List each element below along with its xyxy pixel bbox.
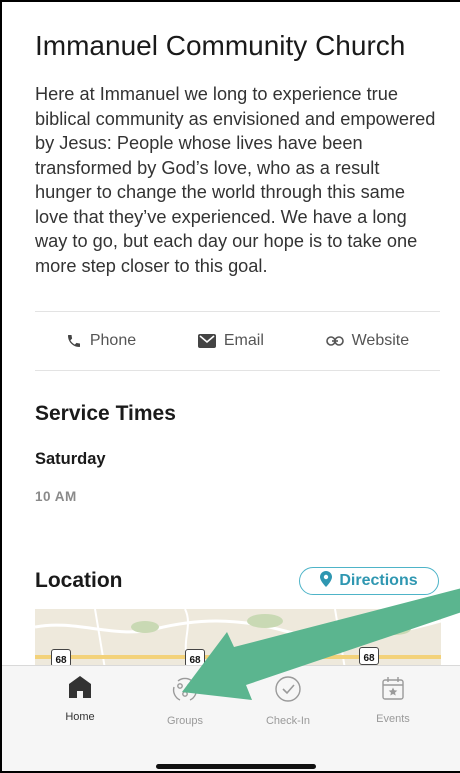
- tab-label: Groups: [166, 715, 204, 727]
- email-button[interactable]: Email: [197, 332, 264, 350]
- tab-label: Check-In: [265, 715, 311, 727]
- check-in-icon: [273, 674, 303, 709]
- app-screen: Immanuel Community Church Here at Immanu…: [0, 0, 460, 773]
- home-indicator: [156, 764, 316, 769]
- tab-label: Home: [65, 711, 95, 723]
- website-label: Website: [351, 332, 410, 349]
- map-pin-icon: [320, 570, 333, 592]
- service-day: Saturday: [35, 450, 106, 468]
- church-description: Here at Immanuel we long to experience t…: [35, 84, 436, 276]
- home-icon: [67, 674, 93, 705]
- link-icon: [325, 335, 344, 347]
- service-time: 10 AM: [35, 489, 77, 504]
- tab-bar: Home Groups Check-In Events: [2, 665, 460, 771]
- route-shield: 68: [359, 647, 379, 665]
- phone-label: Phone: [89, 332, 137, 349]
- tab-label: Events: [376, 713, 410, 725]
- location-heading: Location: [35, 569, 123, 592]
- tab-check-in[interactable]: Check-In: [242, 674, 334, 727]
- directions-label: Directions: [339, 572, 418, 589]
- location-map[interactable]: 68 68 68: [35, 609, 441, 669]
- directions-button[interactable]: Directions: [299, 567, 439, 595]
- email-label: Email: [223, 332, 264, 349]
- events-icon: [379, 674, 407, 707]
- email-icon: [197, 334, 216, 348]
- contact-actions: Phone Email Website: [35, 312, 440, 370]
- tab-events[interactable]: Events: [347, 674, 439, 725]
- groups-icon: [170, 674, 200, 709]
- phone-button[interactable]: Phone: [66, 332, 136, 350]
- divider: [35, 370, 440, 371]
- tab-home[interactable]: Home: [34, 674, 126, 723]
- page-title: Immanuel Community Church: [35, 30, 406, 61]
- tab-groups[interactable]: Groups: [139, 674, 231, 727]
- website-button[interactable]: Website: [325, 332, 410, 350]
- phone-icon: [66, 333, 82, 349]
- service-times-heading: Service Times: [35, 402, 176, 425]
